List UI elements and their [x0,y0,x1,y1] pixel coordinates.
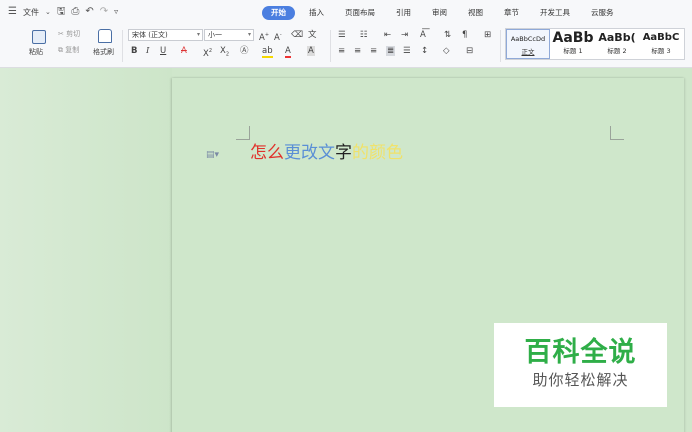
table-border-icon[interactable]: ⊞ [484,30,491,40]
font-size-select[interactable]: 小一 ▾ [204,29,254,41]
align-right-icon[interactable]: ≡ [370,46,377,56]
margin-corner-mark [610,126,624,140]
chinese-layout-icon[interactable]: A͞ [420,30,426,40]
tab-review[interactable]: 审阅 [432,5,447,21]
superscript-icon[interactable]: X2 [203,46,212,59]
style-name: 标题 3 [651,47,671,55]
style-sample: AaBbC [642,32,680,43]
sort-icon[interactable]: ⇅ [444,30,451,40]
chevron-down-icon: ▾ [247,31,251,38]
font-color-icon[interactable]: A [285,46,291,58]
divider [122,30,123,62]
tab-home[interactable]: 开始 [262,6,295,20]
text-run: 怎么 [250,143,284,163]
style-normal[interactable]: AaBbCcDd 正文 [506,29,550,59]
divider [330,30,331,62]
format-painter-icon[interactable] [98,29,112,43]
style-name: 标题 2 [607,47,627,55]
borders-icon[interactable]: ⊟ [466,46,473,56]
styles-gallery: AaBbCcDd 正文 AaBb 标题 1 AaBb( 标题 2 AaBbC 标… [505,28,685,60]
print-icon[interactable]: ⎙ [71,6,79,18]
line-spacing-icon[interactable]: ↕ [421,46,428,56]
cut-label: 剪切 [66,30,81,38]
cut-button[interactable]: ✂ 剪切 [58,29,80,39]
style-sample: AaBb [552,30,594,46]
watermark-title: 百科全说 [524,337,637,368]
paragraph-shading-icon[interactable]: ◇ [443,46,450,56]
watermark-subtitle: 助你轻松解决 [532,371,629,389]
style-heading-3[interactable]: AaBbC 标题 3 [639,29,683,59]
style-sample: AaBbCcDd [510,35,546,43]
paragraph-handle-icon[interactable]: ▤▾ [206,150,219,160]
tab-developer[interactable]: 开发工具 [540,5,570,21]
numbered-list-icon[interactable]: ☷ [360,30,368,40]
menu-bar: ☰ 文件 ⌄ 🖫 ⎙ ↶ ↷ ▿ 开始 插入 页面布局 引用 审阅 视图 章节 … [0,0,692,26]
tab-insert[interactable]: 插入 [309,5,324,21]
tab-section[interactable]: 章节 [504,5,519,21]
align-left-icon[interactable]: ≡ [338,46,345,56]
subscript-icon[interactable]: X2 [220,46,229,60]
font-size-value: 小一 [208,31,222,39]
redo-icon[interactable]: ↷ [100,6,108,18]
font-name-value: 宋体 (正文) [132,31,168,39]
paste-icon[interactable] [32,30,46,44]
tab-view[interactable]: 视图 [468,5,483,21]
text-effects-icon[interactable]: Ⓐ [240,46,249,56]
chevron-down-icon[interactable]: ⌄ [45,6,51,18]
strikethrough-icon[interactable]: A [181,46,187,56]
quick-access-dropdown-icon[interactable]: ▿ [114,6,118,18]
style-heading-1[interactable]: AaBb 标题 1 [551,29,595,59]
increase-indent-icon[interactable]: ⇥ [401,30,408,40]
bullet-list-icon[interactable]: ☰ [338,30,346,40]
tab-references[interactable]: 引用 [396,5,411,21]
watermark-logo: 百科全说 助你轻松解决 [494,323,667,407]
style-heading-2[interactable]: AaBb( 标题 2 [595,29,639,59]
tab-page-layout[interactable]: 页面布局 [345,5,375,21]
italic-icon[interactable]: I [146,46,149,56]
font-name-select[interactable]: 宋体 (正文) ▾ [128,29,203,41]
style-name: 标题 1 [563,47,583,55]
file-menu[interactable]: 文件 [23,7,39,18]
copy-button[interactable]: ⧉ 复制 [58,45,79,55]
hamburger-menu-icon[interactable]: ☰ [8,6,17,18]
align-center-icon[interactable]: ≡ [354,46,361,56]
document-background [0,68,172,432]
copy-label: 复制 [65,46,80,54]
justify-icon[interactable]: ≣ [386,46,396,56]
style-name: 正文 [521,48,535,56]
bold-icon[interactable]: B [131,46,137,56]
shrink-font-icon[interactable]: A- [274,30,282,43]
style-sample: AaBb( [598,31,636,44]
distributed-icon[interactable]: ☰ [403,46,411,56]
text-run: 更改文 [284,143,335,163]
undo-icon[interactable]: ↶ [85,6,93,18]
underline-icon[interactable]: U [160,46,166,56]
ribbon-toolbar: 粘贴 ✂ 剪切 ⧉ 复制 格式刷 宋体 (正文) ▾ 小一 ▾ A+ A- ⌫ … [0,26,692,68]
highlight-icon[interactable]: ab [262,46,273,58]
clear-format-icon[interactable]: ⌫ [291,30,303,40]
save-icon[interactable]: 🖫 [57,6,66,18]
text-run: 字 [335,143,352,163]
paste-button[interactable]: 粘贴 [29,47,43,57]
divider [500,30,501,62]
grow-font-icon[interactable]: A+ [259,30,269,43]
ribbon-tabs: 开始 插入 页面布局 引用 审阅 视图 章节 开发工具 云服务 [262,5,635,21]
phonetic-guide-icon[interactable]: 文 [308,30,317,40]
format-painter-button[interactable]: 格式刷 [93,47,114,57]
margin-corner-mark [236,126,250,140]
show-marks-icon[interactable]: ¶ [462,30,467,40]
document-text-line[interactable]: 怎么更改文字的颜色 [250,142,403,164]
text-run: 的颜色 [352,143,403,163]
chevron-down-icon: ▾ [196,31,200,38]
decrease-indent-icon[interactable]: ⇤ [384,30,391,40]
tab-cloud-service[interactable]: 云服务 [591,5,614,21]
character-shading-icon[interactable]: A [307,46,315,56]
